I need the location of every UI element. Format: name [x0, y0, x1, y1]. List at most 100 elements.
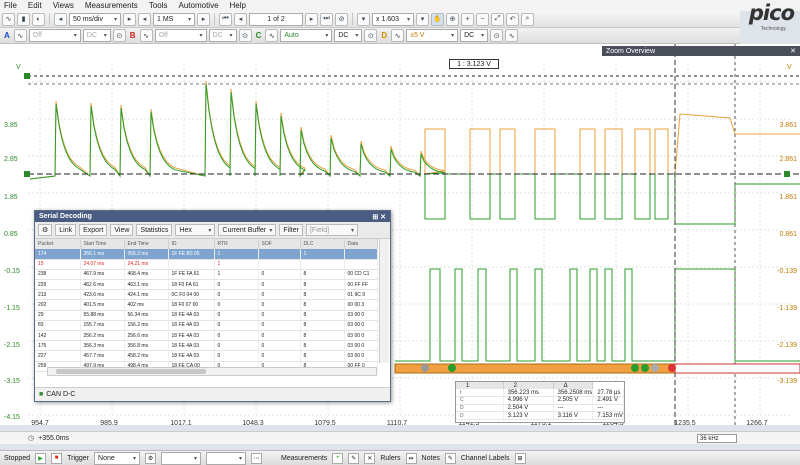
stop-icon[interactable]: ■	[51, 452, 63, 464]
column-header[interactable]: DLC	[300, 239, 345, 249]
column-header[interactable]: RTR	[214, 239, 259, 249]
trigger-threshold[interactable]	[161, 451, 202, 465]
channel-d-range[interactable]: ±5 V	[406, 29, 459, 42]
channel-c-probe-icon[interactable]: ⊙	[364, 29, 378, 42]
pin-icon[interactable]: ⊞ ✕	[372, 213, 386, 221]
channel-labels-icon[interactable]: ⊞	[514, 452, 526, 464]
menu-views[interactable]: Views	[53, 1, 74, 10]
export-button[interactable]: Export	[79, 224, 108, 236]
close-icon[interactable]: ✕	[790, 47, 796, 55]
table-row[interactable]: 202 401.5 ms 402 ms 18 F0 07 00 0 0 8 00 00 3	[35, 299, 378, 311]
channel-a-range[interactable]: Off	[28, 29, 81, 42]
view-button[interactable]: View	[110, 224, 134, 236]
menu-edit[interactable]: Edit	[28, 1, 42, 10]
scope-mode-icon[interactable]: ∿	[2, 12, 15, 26]
channel-a-coupling[interactable]: DC	[82, 29, 111, 42]
statistics-button[interactable]: Statistics	[136, 224, 173, 236]
format-select[interactable]: Hex	[175, 224, 216, 236]
channel-a-probe-icon[interactable]: ⊙	[112, 29, 126, 42]
math-channels-icon[interactable]: ∿	[505, 29, 519, 42]
buffer-first-icon[interactable]: ⏮	[219, 12, 232, 26]
channel-b-coupling[interactable]: DC	[208, 29, 237, 42]
notes-icon[interactable]: ✎	[444, 452, 456, 464]
table-row[interactable]: 29 55.88 ms 56.34 ms 18 FE 4A 03 0 0 8 03 00 0	[35, 310, 378, 321]
channel-labels-label[interactable]: Channel Labels	[461, 455, 510, 462]
rulers-label[interactable]: Rulers	[380, 455, 400, 462]
field-select[interactable]: [Field]	[305, 224, 358, 236]
zoom-to-fit-icon[interactable]: ⤢	[491, 12, 504, 26]
channel-b-range[interactable]: Off	[154, 29, 207, 42]
zoom-full-icon[interactable]: ⌕	[521, 12, 534, 26]
vertical-scrollbar[interactable]	[379, 239, 389, 363]
menu-file[interactable]: File	[4, 1, 17, 10]
channel-d-settings-icon[interactable]: ∿	[391, 29, 405, 42]
table-row[interactable]: 174 356.1 ms 356.2 ms 1F FE B3 05 1 1	[35, 249, 378, 260]
zoom-in-icon[interactable]: +	[461, 12, 474, 26]
channel-b-settings-icon[interactable]: ∿	[139, 29, 153, 42]
zoom-out-icon[interactable]: −	[476, 12, 489, 26]
trigger-settings-icon[interactable]: ⚙	[145, 452, 157, 464]
table-row[interactable]: 175 356.3 ms 356.8 ms 18 FE 4A 03 0 0 8 03 00 0	[35, 340, 378, 352]
channel-c-coupling[interactable]: DC	[334, 29, 363, 42]
trigger-advanced-icon[interactable]: ⋯	[251, 452, 263, 464]
measurements-label[interactable]: Measurements	[281, 455, 327, 462]
column-header[interactable]: Packet	[35, 239, 81, 249]
samples-down-icon[interactable]: ◂	[138, 12, 151, 26]
add-measurement-icon[interactable]: +	[332, 452, 344, 464]
buffer-last-icon[interactable]: ⏭	[320, 12, 333, 26]
menu-measurements[interactable]: Measurements	[85, 1, 138, 10]
serial-decoding-window[interactable]: Serial Decoding ⊞ ✕ ⚙ Link Export View S…	[34, 210, 391, 402]
zoom-dropdown2-icon[interactable]: ▾	[416, 12, 429, 26]
undo-zoom-icon[interactable]: ↶	[506, 12, 519, 26]
channel-c-settings-icon[interactable]: ∿	[265, 29, 279, 42]
serial-decoding-titlebar[interactable]: Serial Decoding ⊞ ✕	[35, 211, 390, 222]
channel-d-probe-icon[interactable]: ⊙	[490, 29, 504, 42]
buffer-navigator[interactable]: 1 of 2	[249, 12, 303, 26]
menu-tools[interactable]: Tools	[149, 1, 168, 10]
filter-button[interactable]: Filter	[279, 224, 303, 236]
table-row[interactable]: 142 256.2 ms 256.6 ms 18 FE 4A 03 0 0 8 03 00 0	[35, 330, 378, 342]
menu-automotive[interactable]: Automotive	[179, 1, 219, 10]
channel-d-coupling[interactable]: DC	[460, 29, 489, 42]
samples-select[interactable]: 1 MS	[153, 12, 195, 26]
column-header[interactable]: End Time	[124, 239, 169, 249]
timebase-select[interactable]: 50 ms/div	[69, 12, 121, 26]
ruler-legend[interactable]: 1 2 Δ t 356.223 ms 356.2508 ms 27.78 µs C 4.9…	[455, 381, 625, 423]
buffer-overview-icon[interactable]: ⊘	[335, 12, 348, 26]
channel-a-settings-icon[interactable]: ∿	[13, 29, 27, 42]
spectrum-mode-icon[interactable]: ▮	[17, 12, 30, 26]
horizontal-scrollbar[interactable]	[47, 367, 377, 376]
channel-b-probe-icon[interactable]: ⊙	[238, 29, 252, 42]
table-row[interactable]: 213 423.6 ms 424.1 ms 0C F0 04 00 0 0 8 01 9C 9	[35, 289, 378, 301]
timebase-down-icon[interactable]: ◂	[54, 12, 67, 26]
edit-measurement-icon[interactable]: ✎	[348, 452, 360, 464]
delete-measurement-icon[interactable]: ✕	[364, 452, 376, 464]
hand-tool-icon[interactable]: ✋	[431, 12, 444, 26]
table-row[interactable]: 227 457.7 ms 458.2 ms 18 FE 4A 03 0 0 8 03 00 0	[35, 350, 378, 362]
pre-trigger[interactable]	[206, 451, 247, 465]
timebase-up-icon[interactable]: ▸	[123, 12, 136, 26]
column-header[interactable]: Start Time	[80, 239, 125, 249]
buffer-next-icon[interactable]: ▸	[305, 12, 318, 26]
settings-gear-icon[interactable]: ⚙	[38, 224, 53, 236]
column-header[interactable]: SOF	[258, 239, 301, 249]
column-header[interactable]: Data	[344, 239, 378, 249]
persistence-mode-icon[interactable]: ◐	[32, 12, 45, 26]
table-row[interactable]: 238 467.9 ms 468.4 ms 1F FE FA 61 1 0 8 00 CD C…	[35, 269, 378, 281]
zoom-overview-header[interactable]: Zoom Overview ✕	[602, 46, 800, 56]
rulers-icon[interactable]: ⇹	[405, 452, 417, 464]
table-row[interactable]: 83 155.7 ms 156.2 ms 18 FE 4A 03 0 0 8 03 00 0	[35, 320, 378, 332]
ruler-value-tag[interactable]: 1 : 3.123 V	[449, 59, 499, 69]
buffer-select[interactable]: Current Buffer	[218, 224, 277, 236]
link-button[interactable]: Link	[55, 224, 77, 236]
notes-label[interactable]: Notes	[422, 455, 440, 462]
decoder-tab[interactable]: ■ CAN D-C	[35, 387, 390, 401]
column-header[interactable]: ID	[168, 239, 215, 249]
zoom-factor[interactable]: x 1.603	[372, 12, 414, 26]
buffer-prev-icon[interactable]: ◂	[234, 12, 247, 26]
select-zoom-icon[interactable]: ⊕	[446, 12, 459, 26]
samples-up-icon[interactable]: ▸	[197, 12, 210, 26]
menu-help[interactable]: Help	[230, 1, 246, 10]
table-row[interactable]: 15 24.07 ms 24.21 ms 1	[35, 259, 378, 270]
channel-c-range[interactable]: Auto	[280, 29, 333, 42]
